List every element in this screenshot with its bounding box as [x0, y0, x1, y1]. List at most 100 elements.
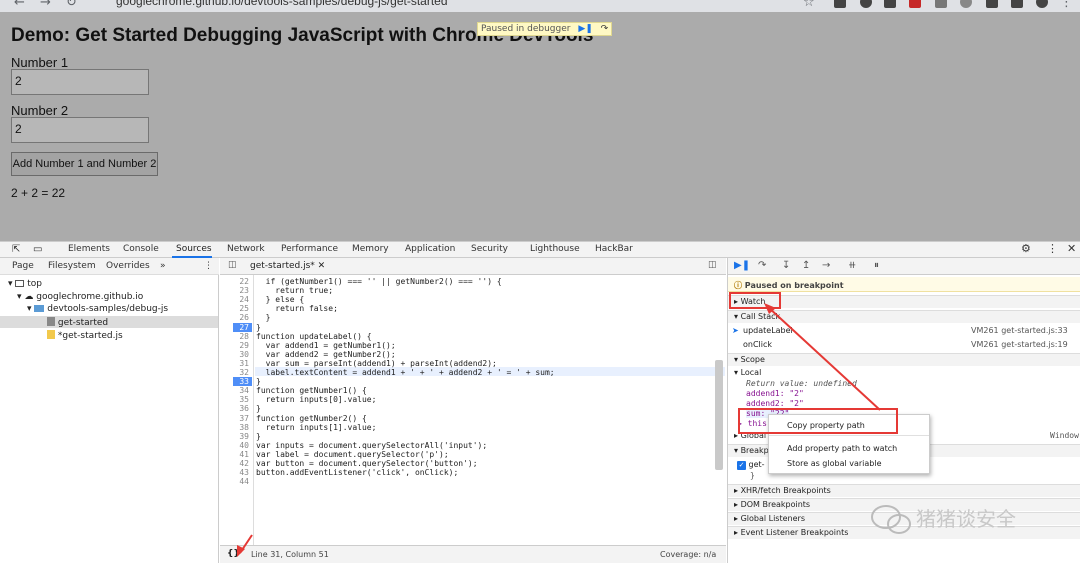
extension-icon[interactable]	[986, 0, 998, 8]
breakpoint-line-number[interactable]: 33	[233, 377, 252, 387]
section-event-listener-breakpoints[interactable]: ▸ Event Listener Breakpoints	[728, 526, 1080, 539]
line-number[interactable]: 26	[239, 313, 249, 322]
line-number[interactable]: 36	[239, 404, 249, 413]
line-number[interactable]: 24	[239, 295, 249, 304]
scope-var[interactable]: addend1: "2"	[746, 389, 804, 398]
close-devtools-icon[interactable]: ✕	[1067, 242, 1076, 255]
extension-icon[interactable]	[884, 0, 896, 8]
breakpoint-line-number[interactable]: 27	[233, 322, 252, 332]
line-number[interactable]: 42	[239, 459, 249, 468]
call-frame-location[interactable]: VM261 get-started.js:19	[971, 340, 1068, 349]
section-global-listeners[interactable]: ▸ Global Listeners	[728, 512, 1080, 525]
breakpoint-checkbox[interactable]: ✓ get-	[737, 460, 765, 470]
number2-input[interactable]: 2	[11, 117, 149, 143]
tab-performance[interactable]: Performance	[281, 244, 338, 254]
menu-item-add-to-watch[interactable]: Add property path to watch	[787, 444, 897, 453]
section-call-stack[interactable]: ▾ Call Stack	[728, 310, 1080, 323]
code-line[interactable]: button.addEventListener('click', onClick…	[256, 468, 458, 477]
tab-sources[interactable]: Sources	[176, 244, 212, 254]
line-number[interactable]: 35	[239, 395, 249, 404]
forward-icon[interactable]: →	[40, 0, 51, 10]
tree-node-get-started[interactable]: get-started	[47, 317, 108, 328]
pause-on-exceptions-icon[interactable]: ⏸	[874, 260, 879, 271]
line-number[interactable]: 44	[239, 477, 249, 486]
line-number[interactable]: 31	[239, 359, 249, 368]
tab-overrides[interactable]: Overrides	[106, 261, 150, 271]
code-line[interactable]: }	[256, 313, 271, 322]
call-frame-location[interactable]: VM261 get-started.js:33	[971, 326, 1068, 335]
editor-scrollbar[interactable]	[715, 360, 723, 470]
tab-console[interactable]: Console	[123, 244, 159, 254]
line-number[interactable]: 25	[239, 304, 249, 313]
add-numbers-button[interactable]: Add Number 1 and Number 2	[11, 152, 158, 176]
tab-network[interactable]: Network	[227, 244, 265, 254]
code-line[interactable]: var button = document.querySelector('but…	[256, 459, 478, 468]
step-icon[interactable]: →	[822, 260, 830, 271]
inspect-element-icon[interactable]: ⇱	[12, 244, 20, 255]
line-number[interactable]: 37	[239, 414, 249, 423]
reload-icon[interactable]: ↻	[66, 0, 77, 10]
tab-hackbar[interactable]: HackBar	[595, 244, 633, 254]
step-into-icon[interactable]: ↧	[782, 260, 790, 271]
extension-icon[interactable]	[834, 0, 846, 8]
code-line[interactable]: } else {	[256, 295, 305, 304]
line-number[interactable]: 38	[239, 423, 249, 432]
navigator-menu-icon[interactable]: ⋮	[204, 261, 213, 271]
line-number[interactable]: 30	[239, 350, 249, 359]
code-line[interactable]: var inputs = document.querySelectorAll('…	[256, 441, 487, 450]
puzzle-icon[interactable]	[1011, 0, 1023, 8]
code-line[interactable]: }	[256, 377, 261, 386]
profile-icon[interactable]	[1036, 0, 1048, 8]
section-dom-breakpoints[interactable]: ▸ DOM Breakpoints	[728, 498, 1080, 511]
code-line[interactable]: label.textContent = addend1 + ' + ' + ad…	[256, 368, 555, 377]
section-scope[interactable]: ▾ Scope	[728, 353, 1080, 366]
code-line[interactable]: if (getNumber1() === '' || getNumber2() …	[256, 277, 502, 286]
line-number[interactable]: 28	[239, 332, 249, 341]
line-number[interactable]: 29	[239, 341, 249, 350]
tree-node-folder[interactable]: ▾ devtools-samples/debug-js	[27, 304, 168, 314]
tab-security[interactable]: Security	[471, 244, 508, 254]
scope-var[interactable]: addend2: "2"	[746, 399, 804, 408]
extension-icon[interactable]	[860, 0, 872, 8]
toggle-navigator-icon[interactable]: ◫	[228, 260, 237, 270]
toggle-debugger-icon[interactable]: ◫	[708, 260, 717, 270]
more-options-icon[interactable]: ⋮	[1047, 242, 1058, 255]
code-line[interactable]: }	[256, 323, 261, 332]
section-xhr-breakpoints[interactable]: ▸ XHR/fetch Breakpoints	[728, 484, 1080, 497]
line-gutter[interactable]: 22 23 24 25 26 27 28 29 30 31 32 33 34 35 36 37 38 39 40 41…	[220, 275, 254, 545]
code-line[interactable]: }	[256, 432, 261, 441]
line-number[interactable]: 39	[239, 432, 249, 441]
line-number[interactable]: 40	[239, 441, 249, 450]
address-bar[interactable]: googlechrome.github.io/devtools-samples/…	[116, 0, 448, 8]
more-tabs-chevron-icon[interactable]: »	[160, 261, 166, 271]
extension-icon[interactable]	[909, 0, 921, 8]
line-number[interactable]: 43	[239, 468, 249, 477]
code-line[interactable]: }	[256, 404, 261, 413]
line-number[interactable]: 34	[239, 386, 249, 395]
code-line[interactable]: return false;	[256, 304, 338, 313]
code-line[interactable]: function getNumber1() {	[256, 386, 367, 395]
line-number[interactable]: 22	[239, 277, 249, 286]
code-line[interactable]: return inputs[1].value;	[256, 423, 377, 432]
tab-lighthouse[interactable]: Lighthouse	[530, 244, 580, 254]
number1-input[interactable]: 2	[11, 69, 149, 95]
line-number[interactable]: 32	[239, 368, 249, 377]
deactivate-breakpoints-icon[interactable]: ⧺	[848, 260, 856, 271]
tab-filesystem[interactable]: Filesystem	[48, 261, 96, 271]
code-line[interactable]: var sum = parseInt(addend1) + parseInt(a…	[256, 359, 497, 368]
scope-var[interactable]: Return value: undefined	[746, 379, 857, 388]
code-line[interactable]: var addend1 = getNumber1();	[256, 341, 396, 350]
code-line[interactable]: return true;	[256, 286, 333, 295]
settings-gear-icon[interactable]: ⚙	[1021, 242, 1031, 255]
tab-memory[interactable]: Memory	[352, 244, 389, 254]
code-line[interactable]: var addend2 = getNumber2();	[256, 350, 396, 359]
code-line[interactable]: function getNumber2() {	[256, 414, 367, 423]
close-tab-icon[interactable]: ✕	[318, 261, 326, 271]
bookmark-star-icon[interactable]: ☆	[803, 0, 815, 10]
tree-node-get-started-js[interactable]: *get-started.js	[47, 330, 123, 341]
code-line[interactable]: return inputs[0].value;	[256, 395, 377, 404]
step-out-icon[interactable]: ↥	[802, 260, 810, 271]
step-over-icon[interactable]: ↷	[601, 23, 609, 35]
call-frame-name[interactable]: onClick	[743, 340, 772, 349]
step-over-icon[interactable]: ↷	[758, 260, 766, 271]
